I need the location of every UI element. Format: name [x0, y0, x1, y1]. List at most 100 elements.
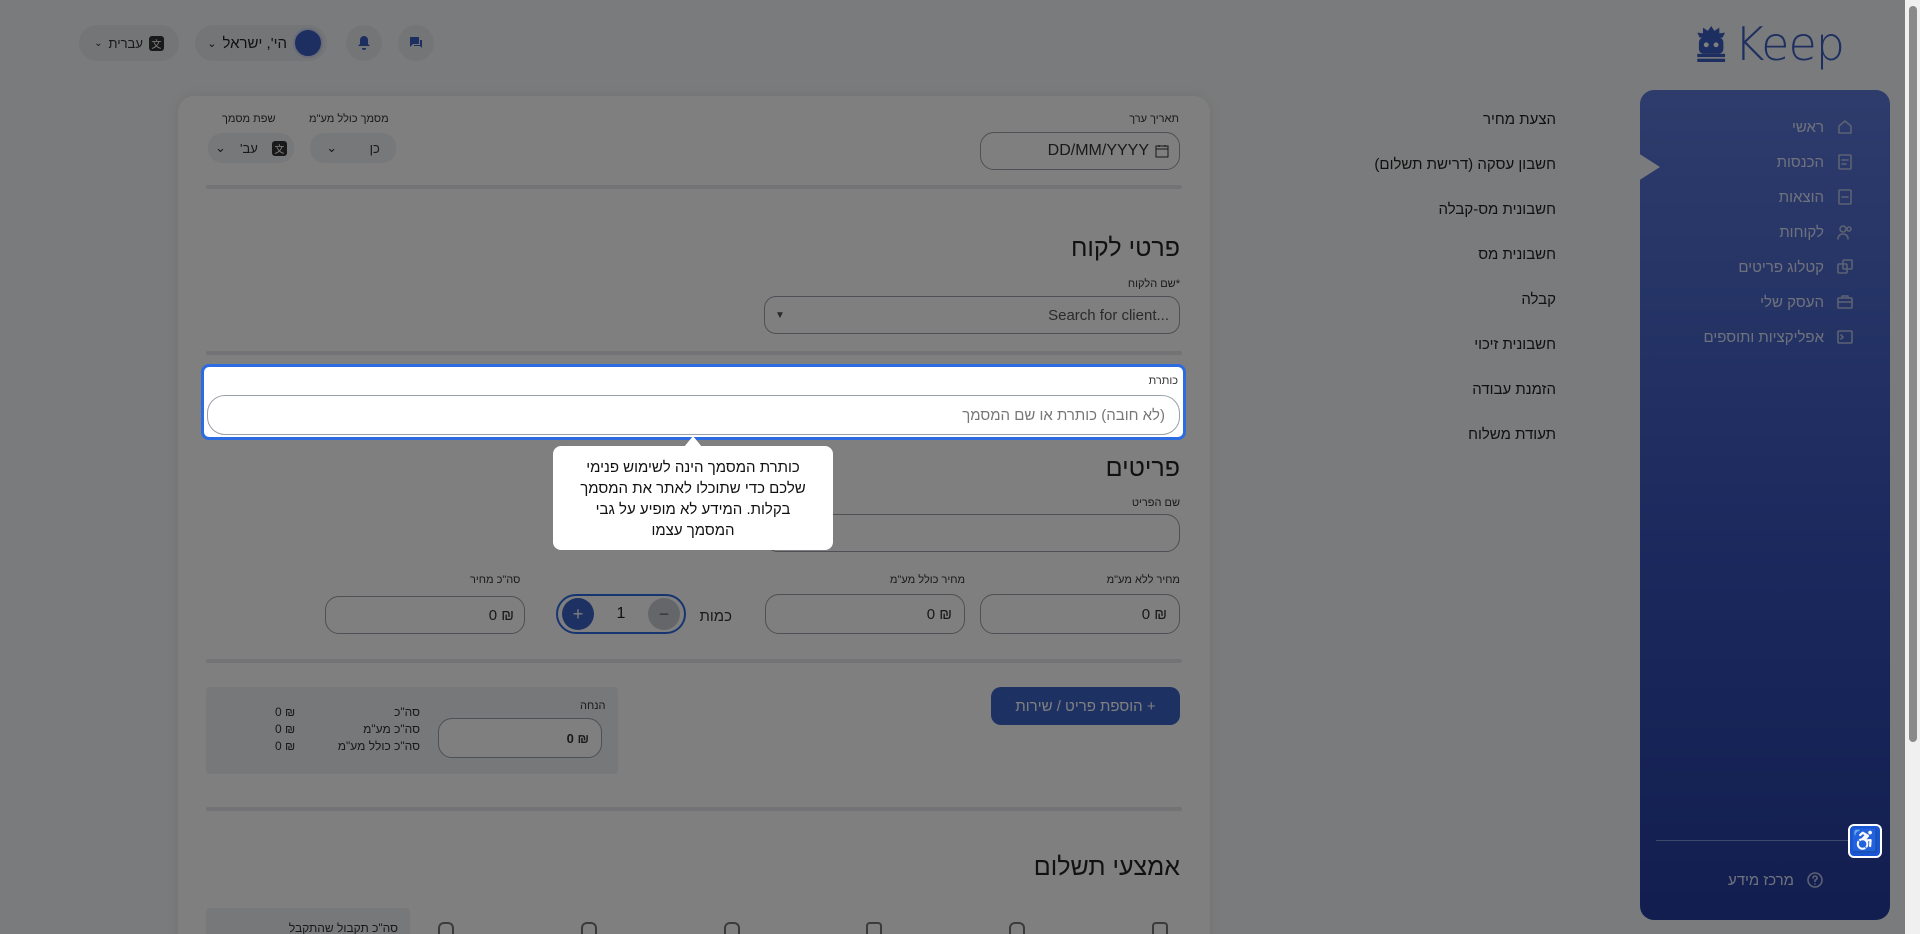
help-center-label: מרכז מידע: [1727, 871, 1794, 889]
summary-total-value: ₪ 0: [275, 705, 296, 719]
document-title-label: כותרת: [1148, 375, 1178, 387]
item-name-label: שם הפריט: [1131, 497, 1180, 509]
chevron-down-icon: ⌄: [94, 37, 103, 49]
discount-label: הנחה: [580, 700, 606, 712]
brand-name: Keep: [1734, 17, 1845, 71]
messages-button[interactable]: [398, 25, 434, 61]
shield-icon[interactable]: [1009, 922, 1026, 934]
doc-language-select[interactable]: ⌄ עב' 文: [208, 133, 294, 163]
notifications-button[interactable]: [346, 25, 382, 61]
tooltip: כותרת המסמך הינה לשימוש פנימי שלכם כדי ש…: [553, 446, 833, 550]
calendar-icon: [1155, 145, 1169, 158]
sidebar-notch: [1638, 153, 1660, 181]
add-item-button[interactable]: + הוספת פריט / שירות: [991, 687, 1180, 725]
caret-down-icon: ▼: [775, 309, 785, 321]
tooltip-text: כותרת המסמך הינה לשימוש פנימי שלכם כדי ש…: [580, 459, 806, 539]
language-selector[interactable]: ⌄ עברית 文: [79, 25, 179, 61]
sidebar-item-home[interactable]: ראשי: [1792, 118, 1854, 136]
total-price-value: ₪ 0: [488, 606, 514, 624]
quantity-stepper[interactable]: + 1 −: [556, 594, 686, 634]
summary-panel: הנחה ₪ 0 סה"כ ₪ 0 סה"כ מע"מ ₪ 0 סה"כ כול…: [206, 687, 618, 774]
sidebar-divider: [1656, 840, 1874, 841]
chat-icon: [410, 37, 422, 48]
cash-icon[interactable]: [1151, 922, 1168, 934]
scrollbar-thumb[interactable]: [1909, 6, 1917, 742]
catalog-icon: [1837, 259, 1853, 274]
avatar: [293, 28, 323, 58]
doc-type-transaction[interactable]: חשבון עסקה (דרישת תשלום): [1374, 156, 1556, 173]
payment-received-panel: סה"כ תקבול שהתקבל: [206, 908, 410, 934]
date-placeholder: DD/MM/YYYY: [1047, 142, 1149, 159]
doc-type-quote[interactable]: הצעת מחיר: [1483, 111, 1556, 128]
date-input[interactable]: DD/MM/YYYY: [980, 132, 1180, 170]
decrement-button[interactable]: −: [648, 598, 680, 630]
doc-type-tax-invoice-receipt[interactable]: חשבונית מס-קבלה: [1439, 201, 1556, 218]
price-incl-vat-input[interactable]: ₪ 0: [765, 594, 965, 634]
document-title-section: כותרת (לא חובה) כותרת או שם המסמך: [201, 364, 1186, 440]
summary-vat-value: ₪ 0: [275, 722, 296, 736]
discount-input[interactable]: ₪ 0: [438, 718, 602, 758]
check-icon[interactable]: [438, 922, 454, 934]
doc-type-delivery-note[interactable]: תעודת משלוח: [1468, 426, 1556, 443]
sidebar-item-label: אפליקציות ותוספים: [1703, 328, 1824, 346]
vat-label: מסמך כולל מע"מ: [309, 113, 389, 125]
vat-select[interactable]: ⌄ כן: [310, 133, 396, 163]
date-label: תאריך ערך: [1129, 113, 1179, 125]
client-name-label: *שם הלקוח: [1127, 278, 1180, 290]
sidebar-item-clients[interactable]: לקוחות: [1779, 223, 1854, 241]
section-divider: [206, 351, 1182, 355]
help-icon: [1807, 872, 1823, 888]
price-excl-vat-label: מחיר ללא מע"מ: [1106, 574, 1180, 586]
doc-type-credit-invoice[interactable]: חשבונית זיכוי: [1474, 336, 1556, 353]
help-center-link[interactable]: מרכז מידע: [1728, 871, 1824, 889]
sidebar-item-catalog[interactable]: קטלוג פריטים: [1738, 258, 1854, 276]
briefcase-icon: [1837, 295, 1853, 309]
sidebar-item-income[interactable]: הכנסות: [1777, 153, 1854, 171]
summary-total-incl-vat-label: סה"כ כולל מע"מ: [337, 739, 420, 753]
translate-icon: 文: [271, 140, 287, 156]
discount-value: ₪ 0: [566, 730, 589, 746]
credit-card-icon[interactable]: [866, 922, 883, 934]
summary-total-label: סה"כ: [394, 705, 420, 719]
wheelchair-icon: ♿: [1851, 828, 1879, 853]
client-search-placeholder: Search for client...: [1048, 306, 1169, 324]
transfer-icon[interactable]: [723, 922, 740, 934]
sidebar-item-label: קטלוג פריטים: [1738, 258, 1824, 276]
section-divider: [206, 807, 1182, 811]
expenses-icon: [1838, 189, 1852, 205]
section-divider: [206, 185, 1182, 189]
doc-type-tax-invoice[interactable]: חשבונית מס: [1478, 246, 1556, 263]
price-excl-vat-input[interactable]: ₪ 0: [980, 594, 1180, 634]
total-price-label: סה"כ מחיר: [470, 574, 521, 586]
chevron-down-icon: ⌄: [207, 37, 217, 50]
payment-methods-row: [438, 922, 1168, 934]
document-title-placeholder: (לא חובה) כותרת או שם המסמך: [962, 406, 1165, 424]
vat-value: כן: [369, 140, 380, 156]
chevron-down-icon: ⌄: [215, 140, 226, 155]
payment-received-label: סה"כ תקבול שהתקבל: [288, 921, 398, 934]
bell-icon: [358, 36, 370, 50]
sidebar-item-label: לקוחות: [1779, 223, 1824, 241]
quantity-label: כמות: [699, 608, 732, 625]
sidebar-item-business[interactable]: העסק שלי: [1760, 293, 1854, 311]
doc-type-work-order[interactable]: הזמנת עבודה: [1472, 381, 1556, 398]
increment-button[interactable]: +: [562, 598, 594, 630]
user-menu[interactable]: ⌄ הי', ישראל: [195, 25, 327, 61]
language-label: עברית: [108, 35, 143, 51]
brand-logo[interactable]: Keep: [1694, 16, 1845, 72]
document-title-input[interactable]: (לא חובה) כותרת או שם המסמך: [207, 395, 1180, 435]
client-search-select[interactable]: Search for client... ▼: [764, 296, 1180, 334]
items-heading: פריטים: [1105, 454, 1180, 482]
quantity-value: 1: [616, 605, 626, 622]
accessibility-button[interactable]: ♿: [1848, 824, 1882, 858]
hedgehog-logo-icon: [1697, 26, 1726, 62]
sidebar-item-label: ראשי: [1792, 118, 1824, 136]
sidebar-item-apps[interactable]: אפליקציות ותוספים: [1703, 328, 1854, 346]
users-icon: [1837, 225, 1852, 240]
sidebar-item-label: הכנסות: [1776, 153, 1824, 171]
payment-app-icon[interactable]: [580, 922, 597, 934]
sidebar-item-expenses[interactable]: הוצאות: [1779, 188, 1854, 206]
add-item-label: + הוספת פריט / שירות: [1015, 697, 1156, 715]
doc-type-receipt[interactable]: קבלה: [1521, 291, 1556, 308]
section-divider: [206, 659, 1182, 663]
